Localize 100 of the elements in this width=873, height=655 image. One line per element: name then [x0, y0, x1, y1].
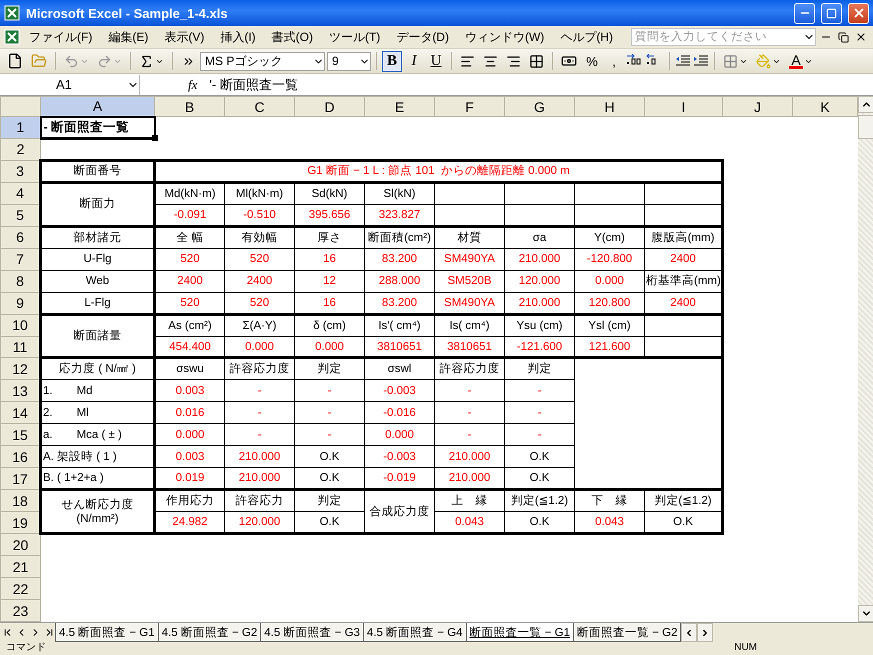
table-cell: - — [224, 402, 294, 424]
table-cell: Ml(kN·m) — [224, 182, 294, 204]
increase-indent-icon[interactable] — [693, 54, 709, 68]
table-cell: 判定 — [294, 358, 364, 380]
column-header[interactable]: A — [40, 96, 154, 116]
column-header[interactable]: E — [364, 96, 434, 116]
table-cell: σswu — [154, 358, 224, 380]
row-header[interactable]: 20 — [0, 534, 40, 556]
sheet-tab[interactable]: 4.5 断面照査 − G3 — [260, 623, 364, 642]
menu-item[interactable]: ウィンドウ(W) — [458, 26, 552, 48]
row-header[interactable]: 5 — [0, 204, 40, 226]
row-header[interactable]: 3 — [0, 160, 40, 182]
table-cell: Md(kN·m) — [154, 182, 224, 204]
row-header[interactable]: 6 — [0, 226, 40, 248]
row-header[interactable]: 8 — [0, 270, 40, 292]
number-format-button[interactable]: % — [582, 50, 602, 72]
grid-icon — [723, 54, 738, 68]
table-cell: 0.000 — [154, 424, 224, 446]
column-header[interactable]: D — [294, 96, 364, 116]
table-cell: SM520B — [434, 270, 504, 292]
row-header[interactable]: 1 — [0, 116, 40, 138]
menu-item[interactable]: 編集(E) — [101, 26, 156, 48]
column-header[interactable]: I — [644, 96, 722, 116]
menu-item[interactable]: ヘルプ(H) — [553, 26, 620, 48]
menu-item[interactable]: ツール(T) — [322, 26, 388, 48]
scroll-down-button[interactable] — [858, 605, 873, 622]
table-cell: O.K — [504, 512, 574, 534]
align-right-icon — [506, 54, 521, 68]
decrease-indent-icon[interactable] — [675, 54, 691, 68]
table-cell: 12 — [294, 270, 364, 292]
column-header[interactable]: J — [722, 96, 792, 116]
row-header[interactable]: 11 — [0, 336, 40, 358]
menu-item[interactable]: データ(D) — [389, 26, 456, 48]
row-header[interactable]: 21 — [0, 556, 40, 578]
table-cell: Sl(kN) — [364, 182, 434, 204]
row-header[interactable]: 10 — [0, 314, 40, 336]
column-header[interactable]: G — [504, 96, 574, 116]
table-cell: A. 架設時 ( 1 ) — [40, 446, 154, 468]
sheet-tab[interactable]: 断面照査一覧 − G2 — [573, 623, 682, 642]
table-cell: 83.200 — [364, 248, 434, 270]
scroll-thumb[interactable] — [858, 115, 873, 139]
column-header[interactable]: H — [574, 96, 644, 116]
font-color-button[interactable]: A — [786, 50, 816, 72]
table-cell: 有効幅 — [224, 226, 294, 248]
table-cell: U-Flg — [40, 248, 154, 270]
row-header[interactable]: 17 — [0, 468, 40, 490]
table-cell: 454.400 — [154, 336, 224, 358]
row-header[interactable]: 16 — [0, 446, 40, 468]
column-header[interactable]: F — [434, 96, 504, 116]
column-header[interactable]: B — [154, 96, 224, 116]
menu-item[interactable]: ファイル(F) — [22, 26, 100, 48]
sheet-tab[interactable]: 4.5 断面照査 − G4 — [362, 623, 467, 642]
menu-item[interactable]: 書式(O) — [264, 26, 320, 48]
function-button[interactable]: fx — [188, 76, 198, 92]
formula-input[interactable]: '- 断面照査一覧 — [209, 76, 298, 94]
name-box[interactable]: A1 — [0, 74, 140, 94]
row-header[interactable]: 12 — [0, 358, 40, 380]
fill-handle[interactable] — [152, 134, 158, 141]
table-cell: As (cm²) — [154, 314, 224, 336]
column-header[interactable]: K — [792, 96, 858, 116]
row-header[interactable]: 15 — [0, 424, 40, 446]
vertical-scrollbar[interactable] — [858, 96, 873, 622]
text-style-button[interactable]: B — [382, 50, 402, 72]
row-header[interactable]: 19 — [0, 512, 40, 534]
sheet-tab[interactable]: 断面照査一覧 − G1 — [466, 623, 574, 642]
row-header[interactable]: 4 — [0, 182, 40, 204]
restore-workbook-button[interactable] — [836, 32, 851, 42]
status-mode: コマンド — [6, 642, 46, 654]
scroll-left-button[interactable] — [681, 623, 698, 642]
row-header[interactable]: 14 — [0, 402, 40, 424]
table-cell: 作用応力 — [154, 490, 224, 512]
scroll-up-button[interactable] — [858, 96, 873, 113]
number-format-button[interactable]: , — [604, 50, 624, 72]
table-cell: Is'( cm⁴) — [364, 314, 434, 336]
sheet-tab[interactable]: 4.5 断面照査 − G1 — [55, 623, 159, 642]
scroll-right-button[interactable] — [697, 623, 714, 642]
table-cell: -0.016 — [364, 402, 434, 424]
text-style-button[interactable]: I — [404, 50, 424, 72]
maximize-button[interactable] — [821, 2, 842, 24]
menu-item[interactable]: 挿入(I) — [213, 26, 263, 48]
font-size-dropdown[interactable]: 9 — [327, 52, 371, 70]
row-header[interactable]: 23 — [0, 600, 40, 622]
font-name-dropdown[interactable]: MS Pゴシック — [200, 52, 325, 70]
row-header[interactable]: 2 — [0, 138, 40, 160]
table-cell: G1 断面 − 1 L : 節点 101 からの離隔距離 0.000 m — [154, 160, 722, 182]
minimize-button[interactable] — [794, 2, 815, 24]
row-header[interactable]: 7 — [0, 248, 40, 270]
row-header[interactable]: 13 — [0, 380, 40, 402]
row-header[interactable]: 22 — [0, 578, 40, 600]
column-header[interactable]: C — [224, 96, 294, 116]
menu-item[interactable]: 表示(V) — [157, 26, 212, 48]
table-cell: Web — [40, 270, 154, 292]
row-header[interactable]: 9 — [0, 292, 40, 314]
text-style-button[interactable]: U — [426, 50, 446, 72]
table-cell: 合成応力度 — [364, 490, 434, 534]
sheet-tab[interactable]: 4.5 断面照査 − G2 — [158, 623, 262, 642]
table-cell: 許容応力度 — [224, 358, 294, 380]
row-header[interactable]: 18 — [0, 490, 40, 512]
table-cell: 断面諸量 — [40, 314, 154, 358]
close-button[interactable] — [848, 2, 869, 24]
